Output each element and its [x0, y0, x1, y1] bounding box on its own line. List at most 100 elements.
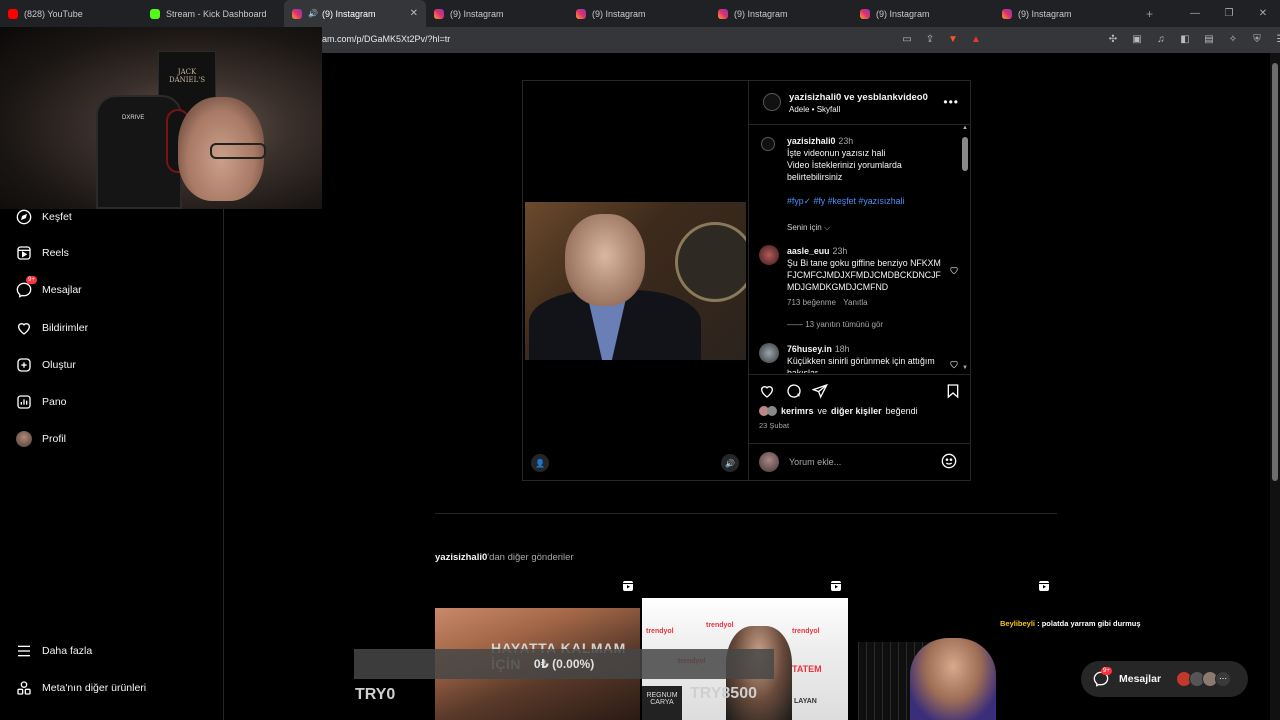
tab-instagram[interactable]: (9) Instagram [568, 0, 710, 27]
page-scrollbar[interactable] [1270, 53, 1280, 720]
liked-by[interactable]: kerimrs ve diğer kişiler beğendi [759, 406, 918, 416]
tab-instagram[interactable]: (9) Instagram [994, 0, 1136, 27]
tab-youtube[interactable]: (828) YouTube [0, 0, 142, 27]
window-controls: — ❐ ✕ [1178, 0, 1280, 27]
caption-avatar[interactable] [761, 137, 775, 151]
donation-max: TRY8500 [690, 685, 757, 702]
sponsor-logo: trendyol [792, 628, 820, 635]
messages-pill[interactable]: 9+ Mesajlar ⋯ [1081, 661, 1248, 697]
tab-instagram[interactable]: (9) Instagram [426, 0, 568, 27]
sidebar-icon[interactable]: ◧ [1178, 32, 1192, 46]
sidebar-item-reels[interactable]: Reels [16, 245, 69, 261]
comment-icon[interactable] [786, 383, 802, 399]
emoji-icon[interactable] [941, 453, 957, 469]
sponsor-logo: TATEM [792, 664, 822, 674]
sidebar-item-more[interactable]: Daha fazla [16, 643, 92, 659]
sidebar-item-dashboard[interactable]: Pano [16, 394, 67, 410]
wallet-icon[interactable]: ▤ [1202, 32, 1216, 46]
brave-shield-icon[interactable]: ▼ [946, 32, 960, 46]
tab-instagram-active[interactable]: 🔊 (9) Instagram ✕ [284, 0, 426, 27]
bookmark-icon[interactable] [945, 383, 961, 399]
extensions-icon[interactable]: ✣ [1106, 32, 1120, 46]
sponsor-logo: trendyol [646, 628, 674, 635]
brave-rewards-icon[interactable]: ▲ [969, 32, 983, 46]
comment-likes[interactable]: 713 beğenme [787, 298, 836, 307]
author-avatar[interactable] [763, 93, 781, 111]
more-posts-title: yazisizhali0'dan diğer gönderiler [435, 552, 574, 563]
thumbnail-person [910, 638, 996, 720]
speaker-icon[interactable]: 🔊 [308, 9, 318, 18]
instagram-icon [576, 8, 586, 19]
tab-kick[interactable]: Stream - Kick Dashboard [142, 0, 284, 27]
messages-label: Mesajlar [1119, 673, 1162, 685]
share-icon[interactable]: ⇪ [923, 32, 937, 46]
instagram-icon [434, 8, 444, 19]
thumbnail-banner: REGNUM CARYA [642, 686, 682, 720]
comment-text: Şu Bi tane goku giffine benziyo NFKXMFJC… [787, 258, 941, 292]
dashboard-icon [16, 394, 32, 410]
post-authors[interactable]: yazisizhali0 ve yesblankvideo0 [789, 92, 928, 103]
sidebar-item-explore[interactable]: Keşfet [16, 209, 72, 225]
caption-line: Video İsteklerinizi yorumlarda [787, 160, 902, 170]
share-icon[interactable] [812, 383, 828, 399]
post-music[interactable]: Adele • Skyfall [789, 105, 840, 114]
mute-button[interactable]: 🔊 [721, 454, 739, 472]
comment-like-icon[interactable] [949, 265, 959, 275]
media-icon[interactable]: ♫ [1154, 32, 1168, 46]
chevron-down-icon: ⌵ [824, 223, 831, 232]
comments-list: yazisizhali0 23h İşte videonun yazısız ha… [749, 125, 971, 373]
maximize-button[interactable]: ❐ [1212, 8, 1246, 19]
comments-scrollbar[interactable]: ▲ ▼ [962, 125, 968, 373]
reply-button[interactable]: Yanıtla [843, 298, 867, 307]
sidebar-item-messages[interactable]: 9+ Mesajlar [16, 276, 82, 298]
messages-badge: 9+ [26, 276, 37, 284]
chat-text: polatda yarram gibi durmuş [1041, 619, 1141, 628]
section-divider [435, 513, 1057, 514]
new-tab-button[interactable]: + [1146, 7, 1153, 21]
sidebar-item-create[interactable]: Oluştur [16, 357, 76, 373]
messages-badge: 9+ [1101, 667, 1112, 675]
comment-like-icon[interactable] [949, 359, 959, 369]
tab-instagram[interactable]: (9) Instagram [710, 0, 852, 27]
chat-message: Beylibeyli : polatda yarram gibi durmuş [1000, 619, 1141, 628]
like-icon[interactable] [759, 383, 775, 399]
instagram-icon [860, 8, 870, 19]
post-thumbnail[interactable] [850, 598, 1056, 720]
sort-dropdown[interactable]: Senin için ⌵ [787, 221, 971, 234]
messenger-icon: 9+ [16, 276, 37, 298]
more-options-icon[interactable]: ••• [943, 95, 959, 109]
commenter-avatar[interactable] [759, 245, 779, 265]
close-window-button[interactable]: ✕ [1246, 8, 1280, 19]
tagged-users-button[interactable]: 👤 [531, 454, 549, 472]
video-frame [525, 202, 746, 360]
leo-icon[interactable]: ✧ [1226, 32, 1240, 46]
view-replies[interactable]: —— 13 yanıtın tümünü gör [787, 319, 947, 331]
scroll-up-icon[interactable]: ▲ [962, 125, 968, 131]
caption-user[interactable]: yazisizhali0 [787, 136, 835, 146]
scrollbar-thumb[interactable] [962, 137, 968, 171]
commenter-user[interactable]: 76husey.in [787, 344, 832, 354]
browser-menu-icon[interactable]: ☰ [1274, 32, 1280, 46]
cast-icon[interactable]: ▭ [900, 32, 914, 46]
chat-user: Beylibeyli [1000, 619, 1036, 628]
instagram-icon [292, 8, 302, 19]
scroll-down-icon[interactable]: ▼ [962, 365, 968, 371]
url-field[interactable]: am.com/p/DGaMK5Xt2Pv/?hl=tr [322, 34, 450, 44]
minimize-button[interactable]: — [1178, 8, 1212, 19]
page-scrollbar-thumb[interactable] [1272, 63, 1278, 481]
vpn-icon[interactable]: ⛨ [1250, 32, 1264, 46]
avatar [16, 431, 32, 447]
tab-instagram[interactable]: (9) Instagram [852, 0, 994, 27]
sidebar-item-notifications[interactable]: Bildirimler [16, 320, 88, 336]
screenshot-icon[interactable]: ▣ [1130, 32, 1144, 46]
comment-input[interactable]: Yorum ekle... [789, 457, 841, 467]
commenter-user[interactable]: aasle_euu [787, 246, 830, 256]
post-date: 23 Şubat [759, 421, 790, 430]
commenter-avatar[interactable] [759, 343, 779, 363]
sidebar-item-meta-products[interactable]: Meta'nın diğer ürünleri [16, 680, 146, 696]
close-tab-icon[interactable]: ✕ [410, 8, 418, 19]
sidebar-item-profile[interactable]: Profil [16, 431, 66, 447]
post-media[interactable]: 👤 🔊 [523, 81, 748, 480]
app-root: (828) YouTube Stream - Kick Dashboard 🔊(… [0, 0, 1280, 720]
caption-hashtags[interactable]: #fyp✓ #fy #keşfet #yazısızhali [787, 195, 947, 207]
